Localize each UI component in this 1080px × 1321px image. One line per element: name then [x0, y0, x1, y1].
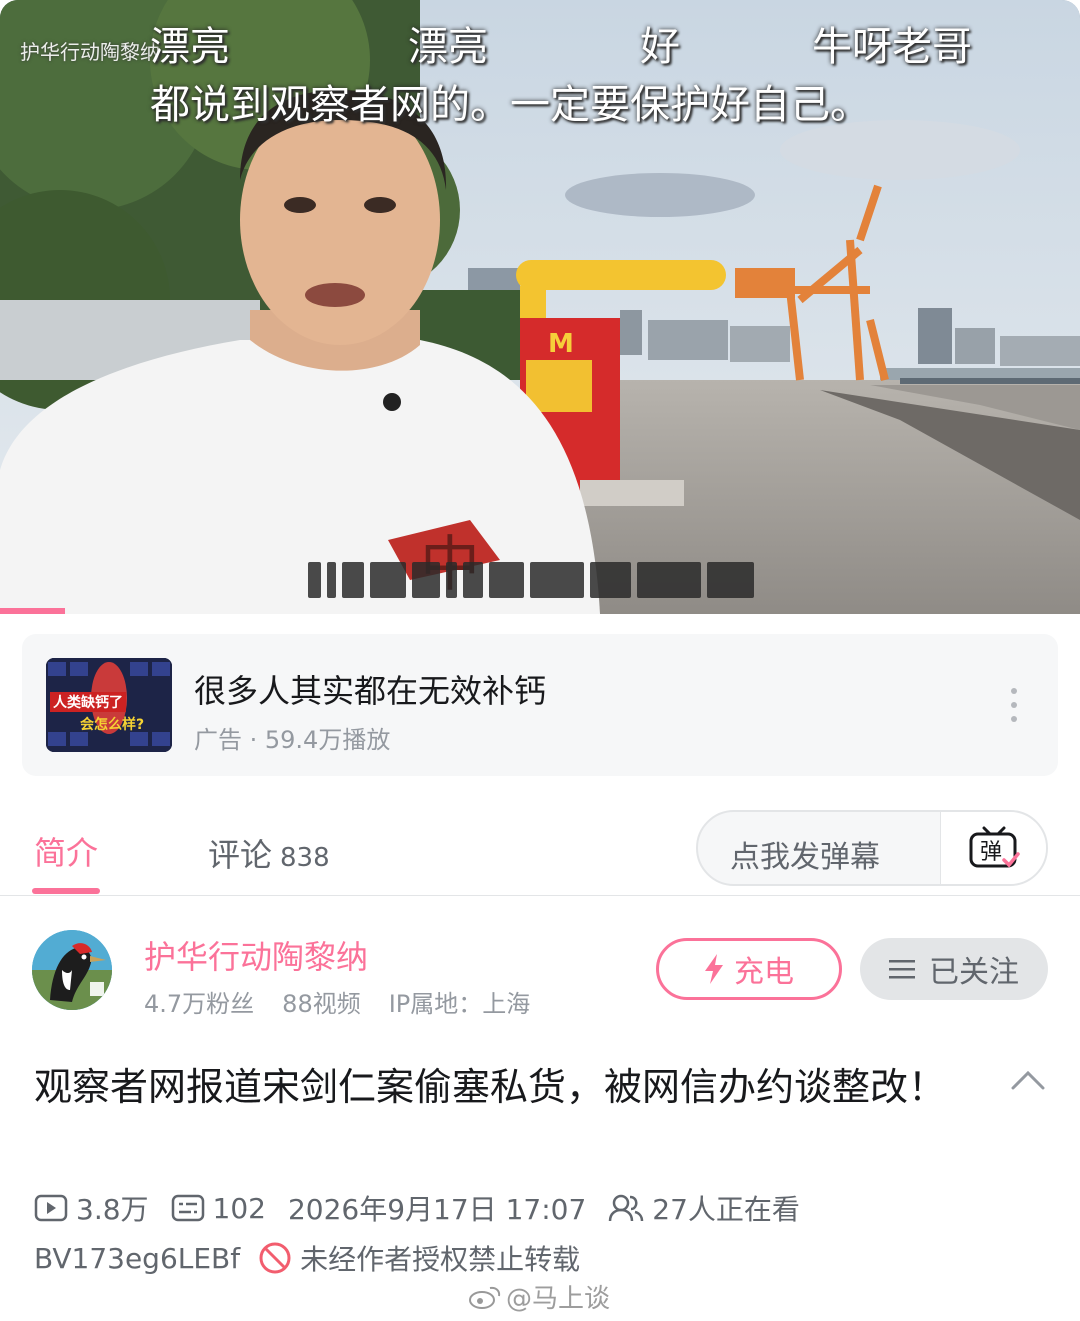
watermark-text: @马上谈: [506, 1284, 611, 1314]
svg-text:M: M: [548, 329, 574, 359]
danmaku-toggle-button[interactable]: 弹: [940, 812, 1046, 884]
uploader-avatar[interactable]: [32, 930, 112, 1010]
danmaku-comment: 好: [640, 24, 680, 70]
uploader-name[interactable]: 护华行动陶黎纳: [144, 932, 368, 978]
fan-count: 4.7万粉丝: [144, 990, 255, 1018]
danmaku-comment: 都说到观察者网的。一定要保护好自己。: [150, 82, 870, 128]
watching-count: 27人正在看: [652, 1193, 800, 1226]
follow-label: 已关注: [929, 955, 1019, 990]
charge-label: 充电: [734, 955, 794, 990]
svg-text:弹: 弹: [980, 840, 1002, 865]
danmaku-count-icon: [171, 1194, 204, 1222]
lightning-icon: [705, 954, 723, 984]
ad-title[interactable]: 很多人其实都在无效补钙: [194, 666, 546, 712]
ad-thumb-caption: 会怎么样?: [80, 717, 145, 733]
weibo-watermark: @马上谈: [468, 1278, 610, 1315]
follow-button[interactable]: 已关注: [860, 938, 1048, 1000]
danmaku-comment: 漂亮: [150, 24, 230, 70]
active-tab-indicator: [32, 888, 100, 894]
bvid[interactable]: BV173eg6LEBf: [34, 1242, 240, 1275]
blurred-subtitle: [308, 560, 754, 600]
video-title: 观察者网报道宋剑仁案偷塞私货，被网信办约谈整改！: [34, 1065, 947, 1109]
uploader-stats: 4.7万粉丝 88视频 IP属地：上海: [144, 984, 530, 1019]
video-id-row: BV173eg6LEBf 未经作者授权禁止转载: [34, 1238, 580, 1278]
detail-tabs: 简介 评论 838 点我发弹幕 弹: [0, 798, 1080, 896]
ad-thumb-caption: 人类缺钙了: [50, 692, 126, 712]
tab-comments[interactable]: 评论 838: [208, 830, 330, 876]
publish-datetime: 2026年9月17日 17:07: [287, 1193, 587, 1226]
chevron-up-icon[interactable]: [1010, 1068, 1046, 1092]
video-stats-row: 3.8万 102 2026年9月17日 17:07 27人正在看: [34, 1188, 822, 1228]
no-repost-icon: [259, 1242, 291, 1274]
playback-progress-bar[interactable]: [0, 608, 65, 614]
tab-intro[interactable]: 简介: [34, 828, 98, 874]
play-count: 3.8万: [76, 1193, 149, 1226]
tab-comments-label: 评论: [208, 836, 273, 874]
channel-watermark: 护华行动陶黎纳: [20, 40, 160, 64]
danmaku-placeholder: 点我发弹幕: [730, 840, 880, 875]
play-count-icon: [34, 1194, 68, 1222]
danmaku-tv-icon: 弹: [969, 826, 1020, 868]
weibo-logo-icon: [469, 1286, 501, 1309]
comment-count: 838: [280, 843, 330, 873]
video-count: 88视频: [282, 990, 361, 1018]
ad-meta: 广告 · 59.4万播放: [194, 726, 391, 754]
danmaku-comment: 漂亮: [408, 24, 488, 70]
danmaku-input[interactable]: 点我发弹幕 弹: [696, 810, 1048, 886]
ad-thumbnail: 人类缺钙了 会怎么样?: [46, 658, 172, 752]
charge-button[interactable]: 充电: [656, 938, 842, 1000]
watching-users-icon: [609, 1194, 644, 1222]
video-player[interactable]: M 中 护华行动陶黎纳 漂亮 漂亮 好 牛呀老哥 都说到观察者网的。一定要保护好…: [0, 0, 1080, 614]
ad-card[interactable]: 人类缺钙了 会怎么样? 很多人其实都在无效补钙 广告 · 59.4万播放: [22, 634, 1058, 776]
repost-notice: 未经作者授权禁止转载: [300, 1243, 581, 1276]
ip-location: IP属地：上海: [388, 990, 531, 1018]
menu-lines-icon: [889, 960, 915, 979]
danmaku-comment: 牛呀老哥: [812, 24, 972, 70]
more-options-icon[interactable]: [1004, 688, 1024, 722]
danmaku-count: 102: [212, 1191, 266, 1225]
